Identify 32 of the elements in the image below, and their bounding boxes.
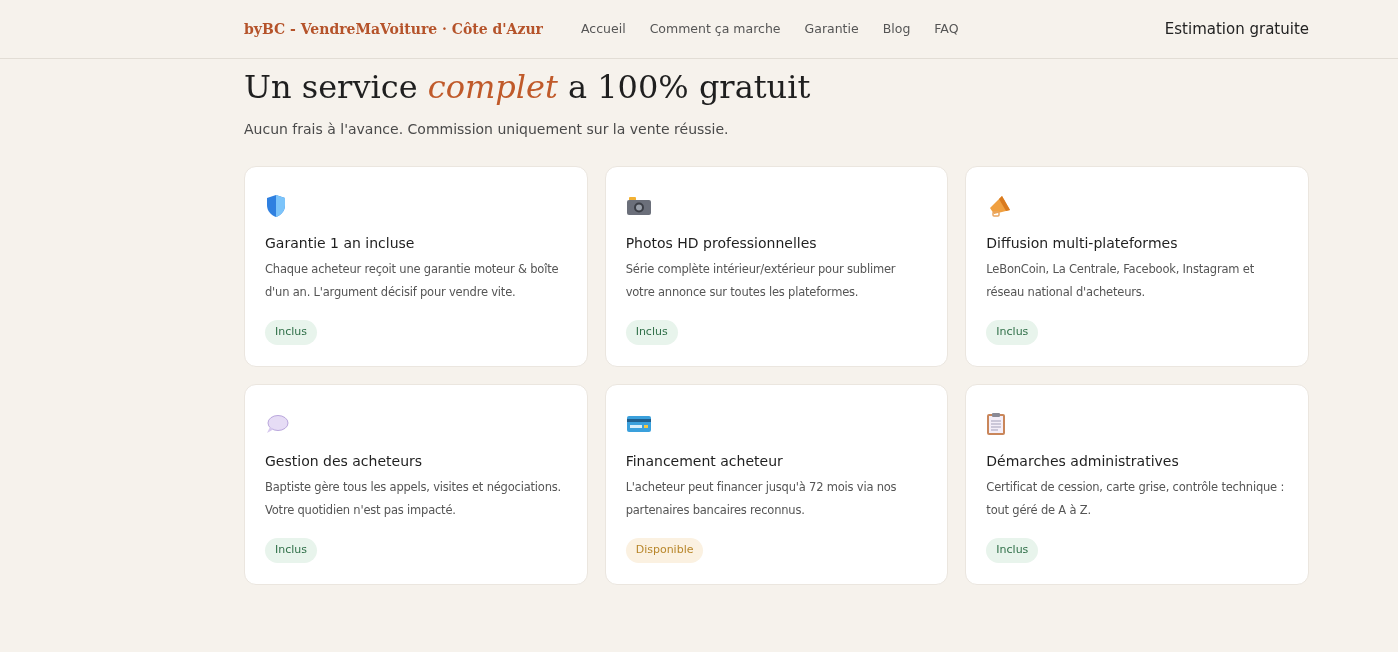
status-badge: Inclus (265, 538, 318, 563)
feature-title: Financement acheteur (625, 452, 784, 471)
nav-link[interactable]: FAQ (934, 19, 959, 39)
status-badge: Inclus (265, 320, 318, 345)
speech-bubble-icon (265, 414, 289, 434)
feature-description: Chaque acheteur reçoit une garantie moteur & boîte d'un an. L'argument décisif pour vendre vite. (265, 261, 560, 301)
estimate-link[interactable]: Estimation gratuite (1164, 17, 1309, 41)
nav-link[interactable]: Comment ça marche (649, 19, 781, 39)
section-heading: Un service complet a 100% gratuit (244, 67, 812, 108)
feature-title: Photos HD professionnelles (625, 234, 818, 253)
shield-icon (265, 194, 287, 218)
clipboard-icon (986, 412, 1007, 436)
nav-link[interactable]: Blog (882, 19, 911, 39)
section-subtitle: Aucun frais à l'avance. Commission uniquement sur la vente réussie. (244, 120, 730, 139)
status-badge: Inclus (625, 320, 678, 345)
feature-description: L'acheteur peut financer jusqu'à 72 mois via nos partenaires bancaires reconnus. (625, 479, 898, 519)
feature-description: Série complète intérieur/extérieur pour sublimer votre annonce sur toutes les plateformes. (625, 261, 897, 301)
feature-title: Diffusion multi-plateformes (986, 234, 1179, 253)
feature-description: Certificat de cession, carte grise, contrôle technique : tout géré de A à Z. (986, 479, 1286, 519)
nav-link[interactable]: Accueil (581, 19, 626, 39)
camera-icon (625, 196, 652, 216)
feature-description: LeBonCoin, La Centrale, Facebook, Instagram et réseau national d'acheteurs. (986, 261, 1255, 301)
status-badge: Disponible (625, 538, 704, 563)
feature-description: Baptiste gère tous les appels, visites et négociations. Votre quotidien n'est pas impacté. (265, 479, 562, 519)
status-badge: Inclus (986, 538, 1039, 563)
feature-title: Gestion des acheteurs (265, 452, 424, 471)
feature-title: Démarches administratives (986, 452, 1180, 471)
nav-link[interactable]: Garantie (804, 19, 859, 39)
status-badge: Inclus (986, 320, 1039, 345)
brand-link[interactable]: byBC - VendreMaVoiture · Côte d'Azur (244, 18, 543, 40)
credit-card-icon (625, 415, 652, 433)
feature-title: Garantie 1 an incluse (265, 234, 416, 253)
